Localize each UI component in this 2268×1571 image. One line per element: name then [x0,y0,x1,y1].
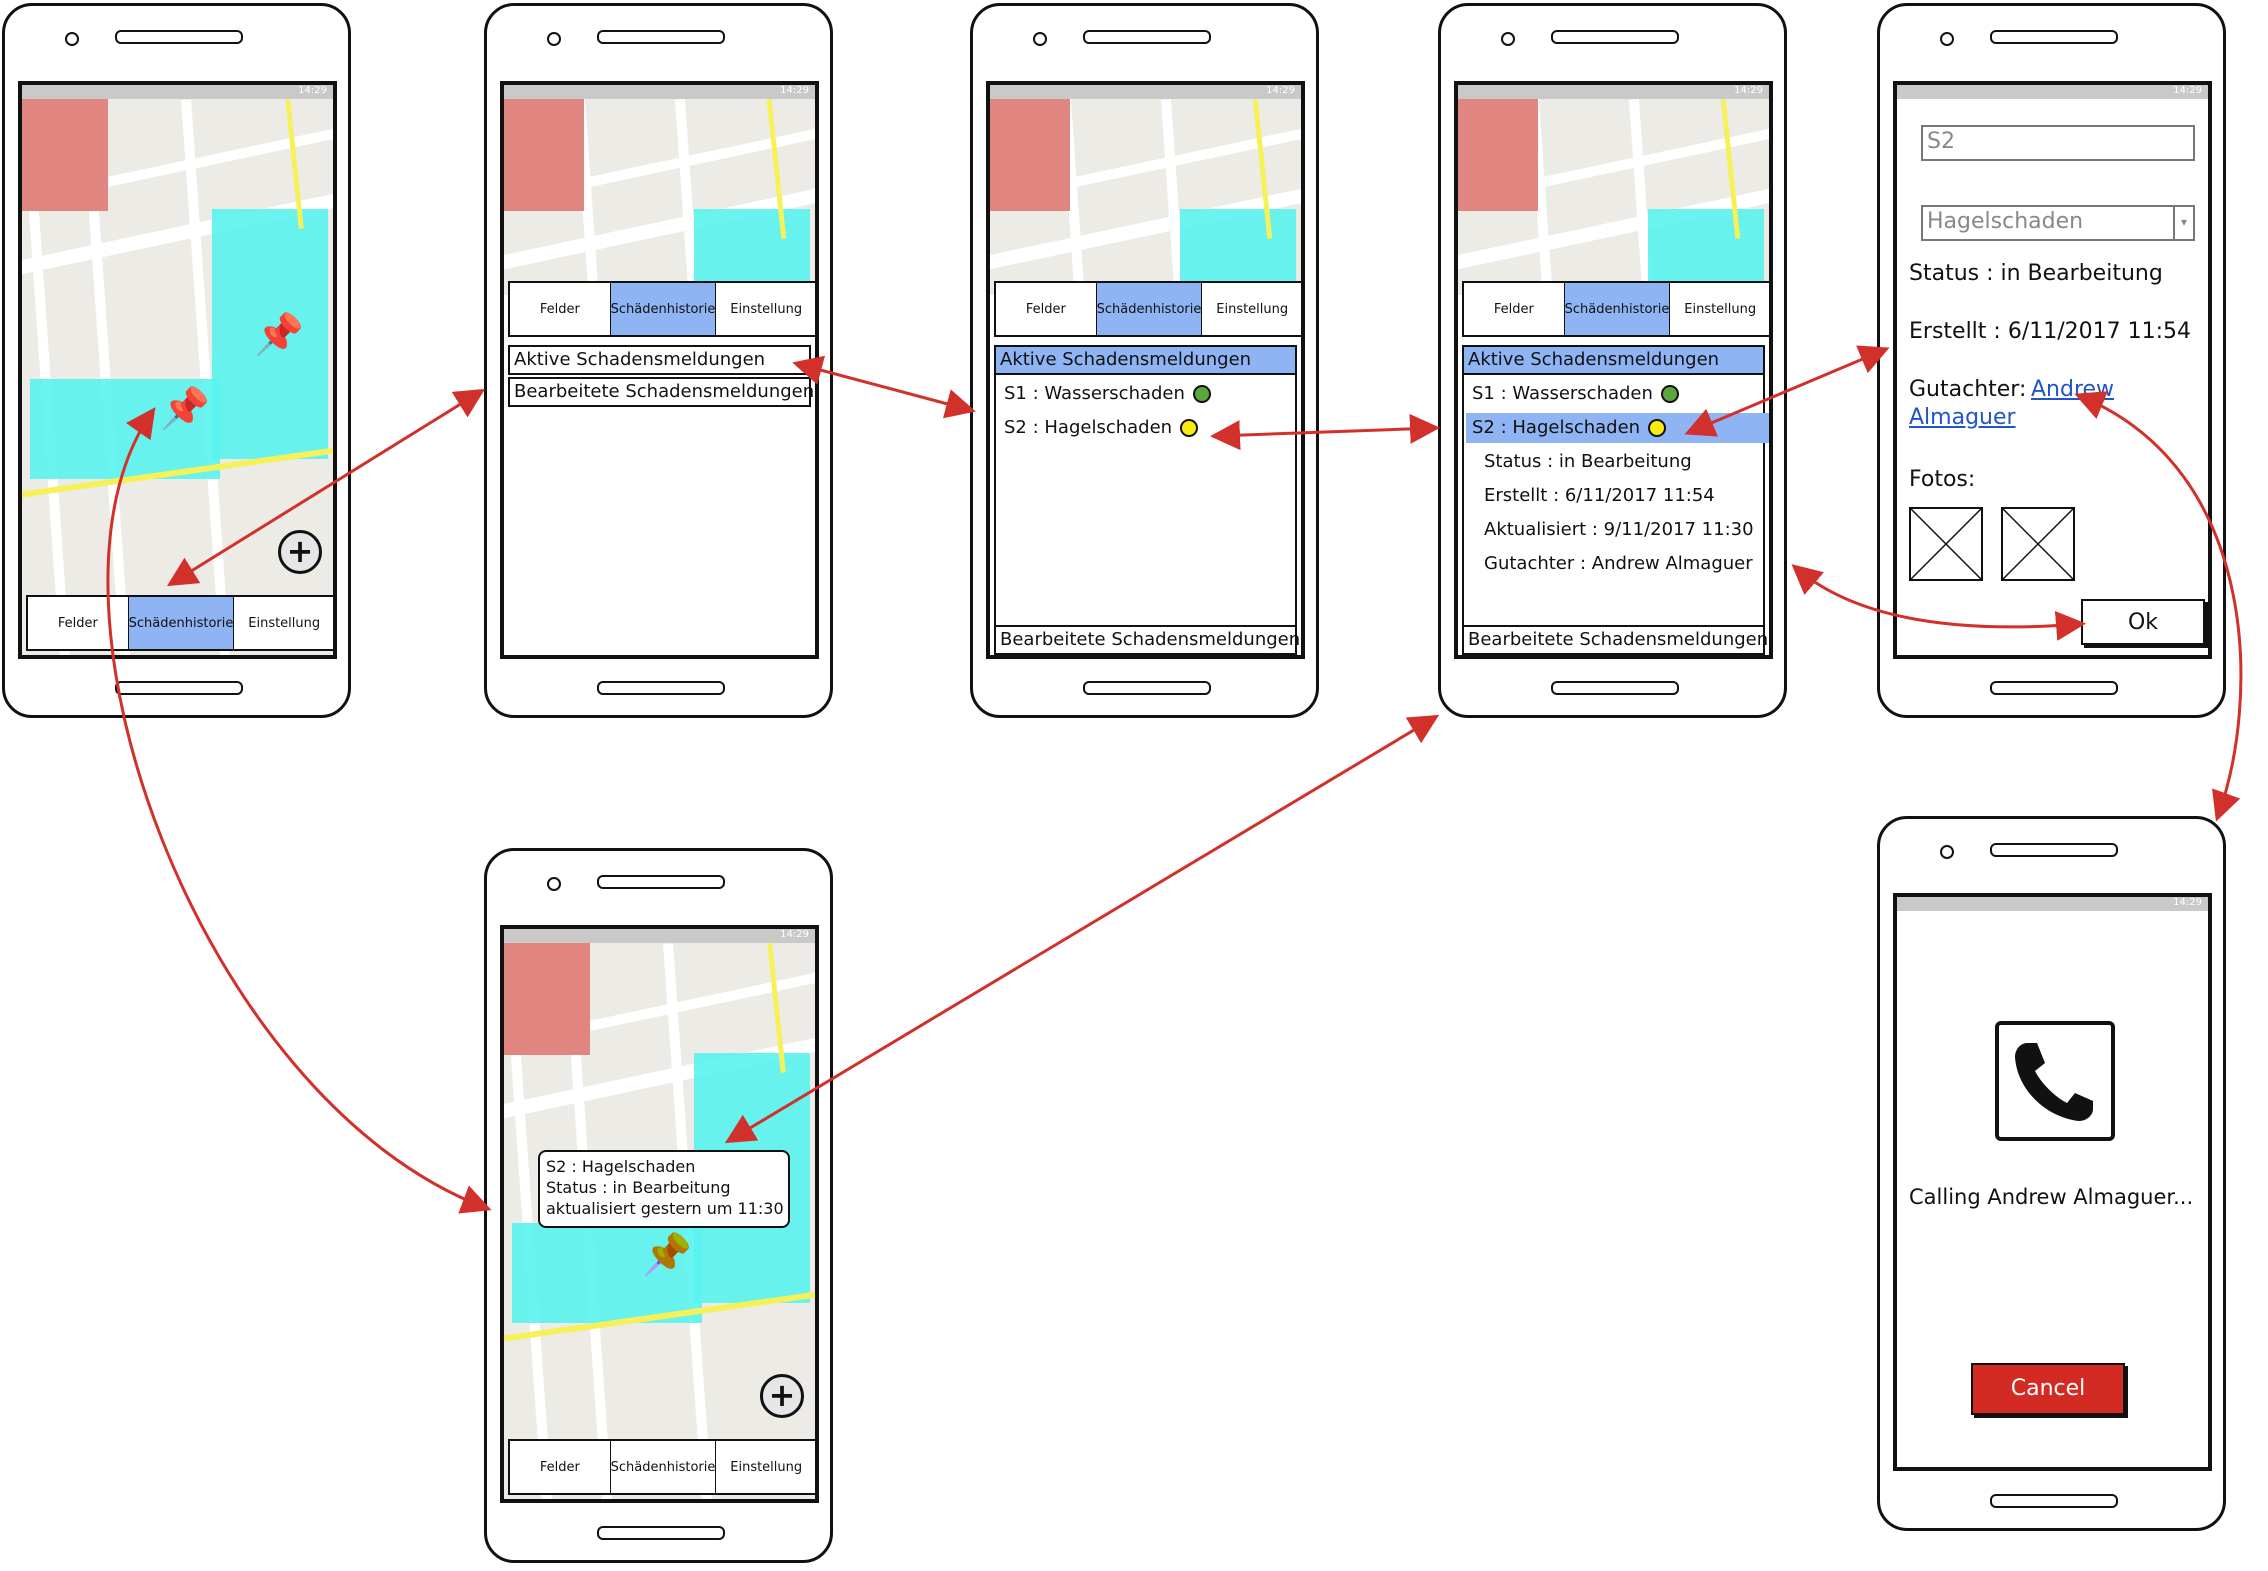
arrow-popup-to-details [724,714,1440,1144]
arrow-map-to-history [166,388,486,587]
arrow-history-to-active [792,355,976,419]
arrow-form-ok-to-details [1791,564,2086,641]
arrow-pin-to-popup [106,407,492,1214]
arrow-active-to-details [1210,413,1440,451]
arrow-details-to-form [1684,345,1890,437]
flow-arrows [106,345,2243,1214]
arrow-expert-to-call [2074,391,2243,822]
